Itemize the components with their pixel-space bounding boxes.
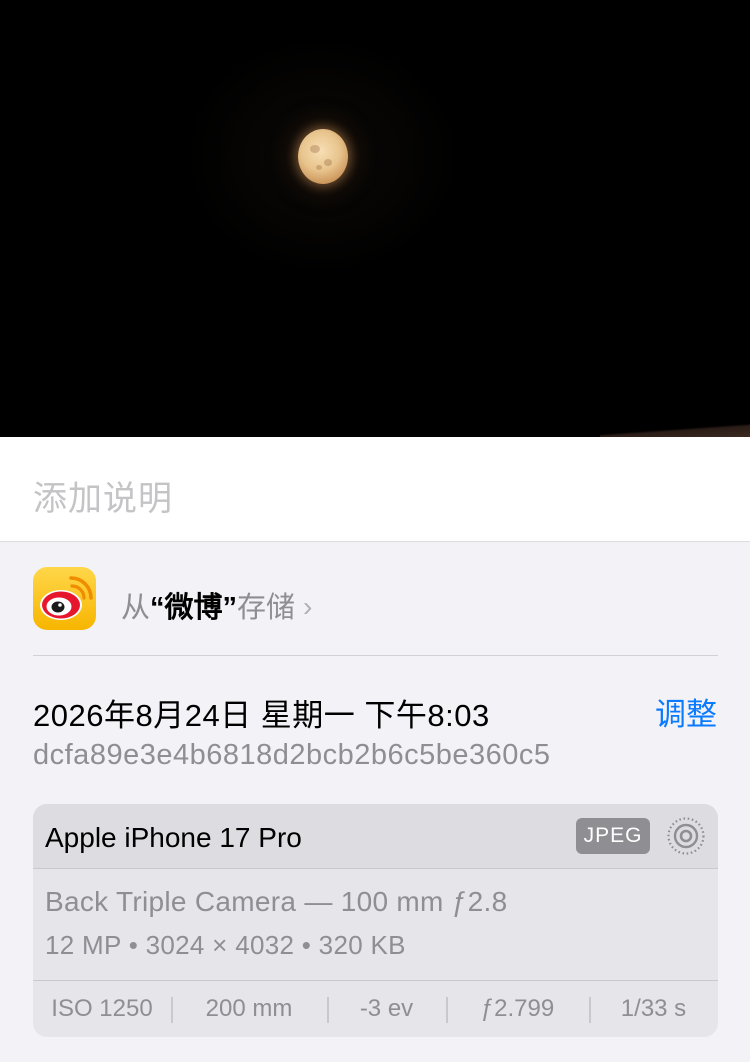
photo-foreground-edge bbox=[600, 423, 750, 437]
saved-from-suffix: 存储 bbox=[237, 592, 296, 624]
exif-iso-value: ISO 1250 bbox=[51, 994, 153, 1022]
metadata-card: Apple iPhone 17 Pro JPEG Back Triple Cam… bbox=[33, 804, 718, 1037]
saved-from-label[interactable]: 从“微博”存储 › bbox=[121, 584, 312, 626]
weibo-app-icon bbox=[33, 567, 96, 630]
exif-iso: ISO 1250 bbox=[33, 995, 171, 1023]
caption-field[interactable]: 添加说明 bbox=[0, 437, 750, 542]
live-photo-icon[interactable] bbox=[666, 816, 706, 856]
exif-focal-length: 200 mm bbox=[171, 995, 327, 1023]
exif-focal-length-value: 200 mm bbox=[205, 994, 293, 1022]
caption-placeholder[interactable]: 添加说明 bbox=[33, 471, 173, 520]
moon bbox=[298, 129, 348, 184]
saved-from-prefix: 从 bbox=[121, 592, 151, 624]
photo-viewer[interactable] bbox=[0, 0, 750, 437]
source-app-name: “微博” bbox=[150, 592, 238, 624]
device-name: Apple iPhone 17 Pro bbox=[45, 822, 302, 853]
lens-info: Back Triple Camera — 100 mm ƒ2.8 bbox=[45, 886, 508, 917]
saved-from-row[interactable]: 从“微博”存储 › bbox=[33, 567, 718, 631]
exif-exposure-bias: -3 ev bbox=[327, 995, 446, 1023]
exif-aperture: ƒ2.799 bbox=[446, 995, 589, 1023]
exif-row: ISO 1250 200 mm -3 ev ƒ2.799 1/33 s bbox=[33, 980, 718, 1037]
exif-shutter-speed: 1/33 s bbox=[589, 995, 718, 1023]
exif-exposure-bias-value: -3 ev bbox=[359, 994, 414, 1022]
adjust-date-button[interactable]: 调整 bbox=[655, 689, 717, 734]
exif-shutter-speed-value: 1/33 s bbox=[620, 994, 687, 1022]
divider bbox=[33, 868, 718, 869]
image-specs: 12 MP • 3024 × 4032 • 320 KB bbox=[45, 930, 406, 960]
divider bbox=[33, 655, 718, 656]
photo-datetime: 2026年8月24日 星期一 下午8:03 bbox=[33, 698, 490, 733]
exif-aperture-value: ƒ2.799 bbox=[480, 994, 555, 1022]
metadata-card-header: Apple iPhone 17 Pro JPEG bbox=[33, 804, 718, 868]
format-badge: JPEG bbox=[576, 818, 650, 854]
chevron-right-icon: › bbox=[303, 591, 313, 622]
photo-filename: dcfa89e3e4b6818d2bcb2b6c5be360c5 bbox=[33, 739, 551, 771]
